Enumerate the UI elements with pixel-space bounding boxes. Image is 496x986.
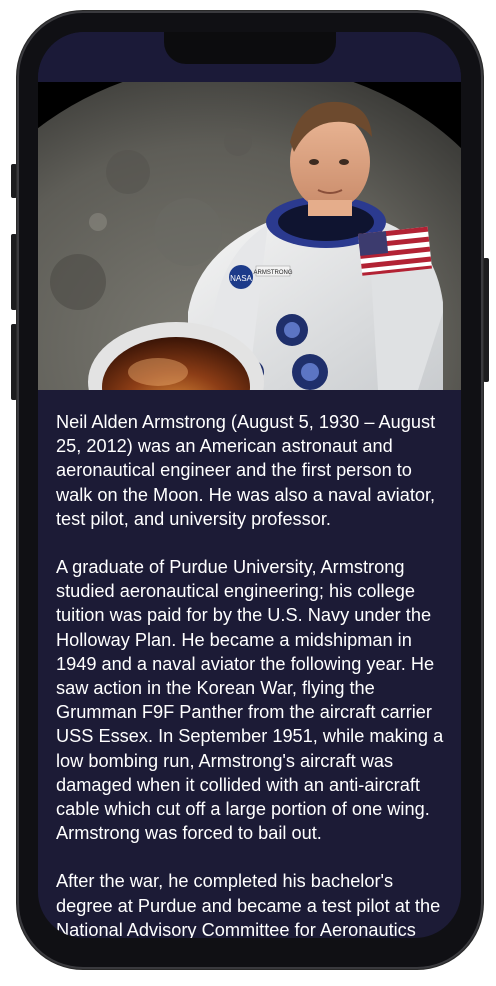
article-body: Neil Alden Armstrong (August 5, 1930 – A…: [56, 410, 450, 938]
article-paragraph: After the war, he completed his bachelor…: [56, 871, 441, 938]
article-paragraph: A graduate of Purdue University, Armstro…: [56, 557, 444, 844]
article-paragraph: Neil Alden Armstrong (August 5, 1930 – A…: [56, 412, 436, 529]
notch: [164, 32, 336, 64]
astronaut-photo-graphic: NASA ARMSTRONG: [38, 82, 461, 390]
name-tag-text: ARMSTRONG: [254, 270, 293, 276]
nasa-badge-text: NASA: [230, 274, 252, 283]
app-screen: NASA ARMSTRONG Neil Alden Armstrong (Aug…: [38, 32, 461, 938]
power-button: [483, 258, 489, 382]
astronaut-photo: NASA ARMSTRONG: [38, 82, 461, 390]
